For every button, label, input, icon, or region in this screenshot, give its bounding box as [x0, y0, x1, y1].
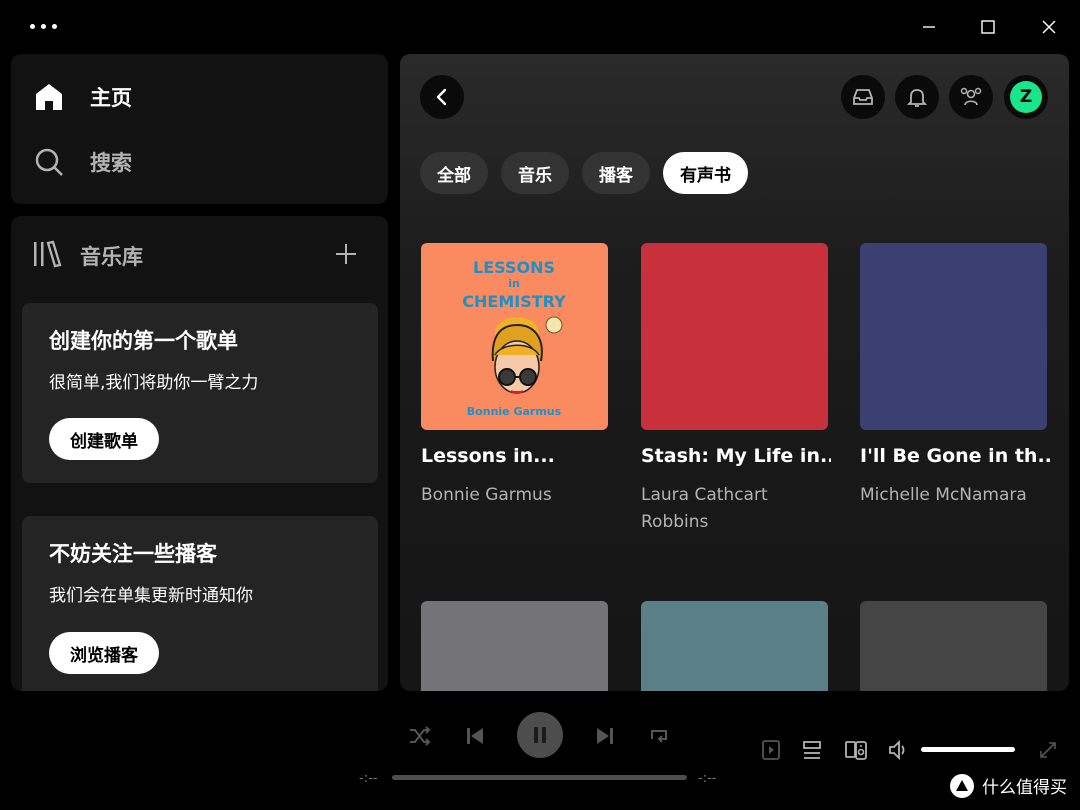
pause-icon — [534, 727, 546, 743]
watermark: 什么值得买 — [950, 773, 1067, 798]
close-button[interactable] — [1034, 12, 1064, 42]
profile-button[interactable]: Z — [1004, 75, 1048, 119]
title-bar — [0, 0, 1080, 54]
library-icon — [32, 239, 62, 273]
card-subtitle: 很简单,我们将助你一臂之力 — [49, 373, 259, 393]
next-icon — [597, 728, 613, 744]
device-icon — [845, 741, 867, 760]
filter-chip-all[interactable]: 全部 — [420, 152, 488, 194]
svg-text:in: in — [508, 277, 520, 290]
shuffle-button[interactable] — [404, 720, 436, 752]
audiobook-cover[interactable] — [860, 601, 1047, 691]
minimize-button[interactable] — [914, 12, 944, 42]
repeat-button[interactable] — [643, 720, 675, 752]
maximize-icon — [981, 20, 995, 34]
queue-icon — [803, 741, 821, 759]
whats-new-button[interactable] — [841, 75, 885, 119]
browse-podcasts-button[interactable]: 浏览播客 — [49, 632, 159, 674]
svg-text:CHEMISTRY: CHEMISTRY — [462, 292, 566, 311]
plus-icon — [336, 244, 356, 264]
audiobook-cover[interactable] — [641, 601, 828, 691]
mute-button[interactable] — [884, 734, 914, 766]
library-header[interactable]: 音乐库 — [32, 236, 143, 276]
dot — [52, 23, 57, 29]
dot — [41, 23, 46, 29]
svg-text:Bonnie Garmus: Bonnie Garmus — [467, 405, 562, 418]
previous-icon — [467, 728, 483, 744]
nav-item-home[interactable]: 主页 — [32, 75, 332, 119]
audiobook-title[interactable]: Stash: My Life in... — [641, 445, 831, 467]
notifications-button[interactable] — [895, 75, 939, 119]
create-playlist-card: 创建你的第一个歌单 很简单,我们将助你一臂之力 创建歌单 — [22, 303, 378, 483]
fullscreen-icon — [1040, 742, 1056, 758]
minimize-icon — [923, 26, 935, 28]
audiobook-author[interactable]: Laura Cathcart Robbins — [641, 482, 826, 536]
audiobook-author[interactable]: Michelle McNamara — [860, 482, 1045, 509]
audiobook-cover[interactable] — [860, 243, 1047, 430]
volume-icon — [889, 739, 905, 761]
filter-chip-podcasts[interactable]: 播客 — [582, 152, 650, 194]
main-content: Z 全部 音乐 播客 有声书 LESSONS in CHEMISTRY Bonn… — [400, 54, 1069, 691]
previous-button[interactable] — [459, 720, 491, 752]
repeat-icon — [651, 730, 667, 743]
shuffle-icon — [410, 726, 431, 746]
nav-item-search[interactable]: 搜索 — [32, 140, 332, 184]
audiobook-cover[interactable] — [641, 243, 828, 430]
friends-icon — [960, 87, 982, 106]
volume-level — [921, 747, 1015, 752]
back-button[interactable] — [420, 75, 464, 119]
svg-text:LESSONS: LESSONS — [473, 258, 555, 277]
audiobook-title[interactable]: I'll Be Gone in th... — [860, 445, 1050, 467]
card-subtitle: 我们会在单集更新时通知你 — [49, 586, 253, 606]
friend-activity-button[interactable] — [949, 75, 993, 119]
audiobook-author[interactable]: Bonnie Garmus — [421, 482, 606, 509]
avatar: Z — [1010, 81, 1042, 113]
home-icon — [32, 80, 66, 114]
elapsed-time: -:-- — [359, 771, 378, 786]
filter-chip-music[interactable]: 音乐 — [501, 152, 569, 194]
library-title: 音乐库 — [80, 245, 143, 269]
card-title: 创建你的第一个歌单 — [49, 329, 238, 353]
volume-slider[interactable] — [921, 747, 1015, 752]
maximize-button[interactable] — [973, 12, 1003, 42]
next-button[interactable] — [589, 720, 621, 752]
dot — [30, 23, 35, 29]
app-menu-button[interactable] — [30, 16, 70, 36]
play-pause-button[interactable] — [517, 712, 563, 758]
search-icon — [32, 145, 66, 179]
progress-bar[interactable] — [392, 775, 687, 780]
create-playlist-button[interactable]: 创建歌单 — [49, 418, 159, 460]
audiobook-cover[interactable] — [421, 601, 608, 691]
library-panel: 创建你的第一个歌单 很简单,我们将助你一臂之力 创建歌单 不妨关注一些播客 我们… — [11, 216, 388, 691]
add-library-button[interactable] — [330, 238, 362, 270]
connect-device-button[interactable] — [841, 734, 871, 766]
inbox-icon — [853, 89, 873, 105]
audiobook-cover[interactable]: LESSONS in CHEMISTRY Bonnie Garmus — [421, 243, 608, 430]
queue-button[interactable] — [798, 734, 826, 766]
audiobook-title[interactable]: Lessons in... — [421, 445, 611, 467]
now-playing-icon — [762, 740, 780, 760]
lessons-in-chemistry-cover: LESSONS in CHEMISTRY Bonnie Garmus — [421, 243, 608, 430]
filter-chip-audiobooks[interactable]: 有声书 — [663, 152, 748, 194]
fullscreen-button[interactable] — [1034, 734, 1062, 766]
card-title: 不妨关注一些播客 — [49, 542, 217, 566]
total-time: -:-- — [698, 771, 717, 786]
watermark-text: 什么值得买 — [982, 778, 1067, 798]
close-icon — [1042, 20, 1056, 34]
watermark-logo-icon — [950, 773, 974, 798]
nav-label-home: 主页 — [90, 86, 132, 110]
now-playing-view-button[interactable] — [757, 734, 785, 766]
bell-icon — [906, 89, 928, 107]
follow-podcasts-card: 不妨关注一些播客 我们会在单集更新时通知你 浏览播客 — [22, 516, 378, 691]
nav-label-search: 搜索 — [90, 151, 132, 175]
back-icon — [436, 88, 447, 106]
